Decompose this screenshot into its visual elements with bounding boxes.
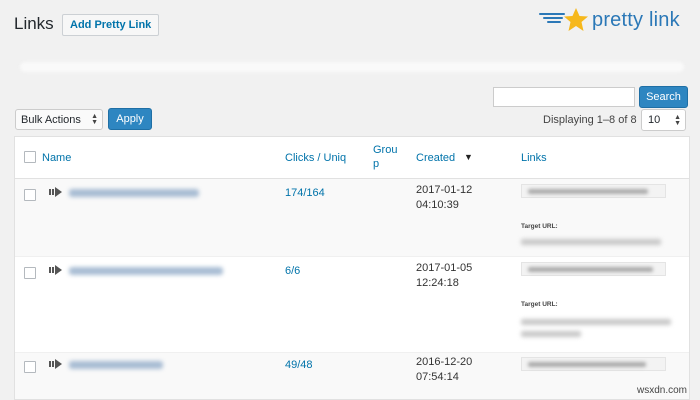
link-name[interactable] bbox=[69, 361, 163, 369]
column-group-wrap: p bbox=[373, 158, 380, 170]
clicks-value[interactable]: 6/6 bbox=[285, 265, 300, 277]
redirect-arrow-icon bbox=[49, 187, 62, 197]
apply-button[interactable]: Apply bbox=[108, 108, 152, 130]
select-arrows-icon: ▲ ▼ bbox=[674, 114, 681, 127]
table-row: 6/6 2017-01-05 12:24:18 Target URL: bbox=[15, 257, 689, 353]
target-url-label: Target URL: bbox=[521, 301, 558, 308]
select-all-checkbox[interactable] bbox=[24, 151, 36, 163]
target-url-value-cont bbox=[521, 331, 581, 337]
clicks-value[interactable]: 49/48 bbox=[285, 359, 313, 371]
column-group[interactable]: Grou bbox=[373, 144, 397, 156]
search-button[interactable]: Search bbox=[639, 86, 688, 108]
table-header: Name Clicks / Uniq Grou p Created ▼ Link… bbox=[15, 137, 689, 179]
table-row: 174/164 2017-01-12 04:10:39 Target URL: bbox=[15, 179, 689, 257]
created-date: 2017-01-05 12:24:18 bbox=[416, 261, 472, 291]
pretty-link-text bbox=[528, 267, 653, 272]
bulk-actions-label: Bulk Actions bbox=[21, 113, 81, 126]
column-created[interactable]: Created bbox=[416, 152, 455, 164]
links-table: Name Clicks / Uniq Grou p Created ▼ Link… bbox=[14, 136, 690, 400]
column-clicks[interactable]: Clicks / Uniq bbox=[285, 152, 346, 164]
row-checkbox[interactable] bbox=[24, 267, 36, 279]
search-input[interactable] bbox=[493, 87, 635, 107]
logo-text: pretty link bbox=[592, 8, 680, 31]
clicks-value[interactable]: 174/164 bbox=[285, 187, 325, 199]
notice-bar bbox=[20, 62, 684, 72]
created-date-day: 2017-01-05 bbox=[416, 262, 473, 274]
target-url-value bbox=[521, 239, 661, 245]
pretty-link-field[interactable] bbox=[521, 357, 666, 371]
created-date-time: 04:10:39 bbox=[416, 199, 459, 211]
per-page-value: 10 bbox=[648, 114, 661, 126]
pretty-link-logo: pretty link bbox=[538, 6, 680, 34]
displaying-count: Displaying 1–8 of 8 bbox=[543, 114, 637, 126]
column-name[interactable]: Name bbox=[42, 152, 71, 164]
created-date: 2016-12-20 07:54:14 bbox=[416, 355, 472, 385]
column-links: Links bbox=[521, 152, 547, 164]
created-date: 2017-01-12 04:10:39 bbox=[416, 183, 472, 213]
created-date-day: 2016-12-20 bbox=[416, 356, 473, 368]
created-date-time: 07:54:14 bbox=[416, 371, 459, 383]
pretty-link-field[interactable] bbox=[521, 184, 666, 198]
pretty-link-text bbox=[528, 362, 646, 367]
row-checkbox[interactable] bbox=[24, 189, 36, 201]
created-date-time: 12:24:18 bbox=[416, 277, 459, 289]
link-name[interactable] bbox=[69, 267, 223, 275]
target-url-value bbox=[521, 319, 671, 325]
page-title: Links bbox=[14, 14, 54, 33]
sort-desc-icon: ▼ bbox=[464, 152, 473, 162]
watermark: wsxdn.com bbox=[637, 385, 688, 396]
link-name[interactable] bbox=[69, 189, 199, 197]
row-checkbox[interactable] bbox=[24, 361, 36, 373]
select-arrows-icon: ▲ ▼ bbox=[91, 113, 98, 126]
redirect-arrow-icon bbox=[49, 265, 62, 275]
redirect-arrow-icon bbox=[49, 359, 62, 369]
pretty-link-field[interactable] bbox=[521, 262, 666, 276]
target-url-label: Target URL: bbox=[521, 223, 558, 230]
add-pretty-link-button[interactable]: Add Pretty Link bbox=[62, 14, 160, 36]
pretty-link-text bbox=[528, 189, 648, 194]
star-icon bbox=[539, 8, 588, 31]
bulk-actions-select[interactable]: Bulk Actions ▲ ▼ bbox=[15, 109, 103, 130]
table-row: 49/48 2016-12-20 07:54:14 bbox=[15, 353, 689, 399]
per-page-select[interactable]: 10 ▲ ▼ bbox=[641, 109, 686, 131]
created-date-day: 2017-01-12 bbox=[416, 184, 473, 196]
